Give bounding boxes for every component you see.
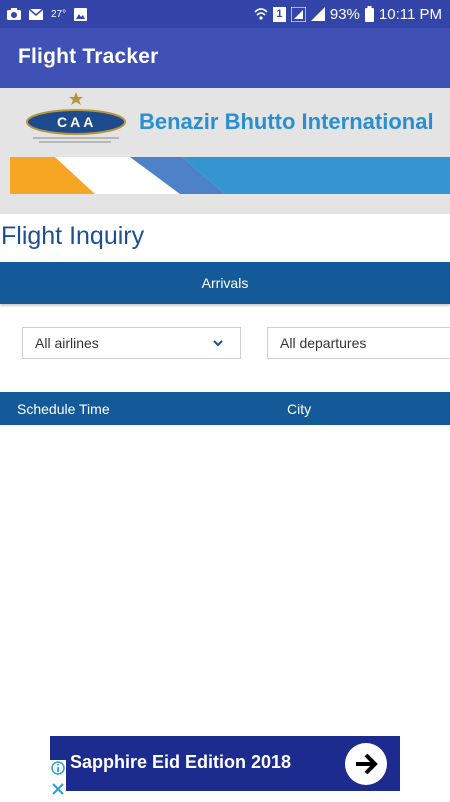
ad-text: Sapphire Eid Edition 2018 — [70, 752, 292, 772]
app-title: Flight Tracker — [18, 45, 159, 68]
camera-icon — [7, 8, 21, 20]
signal-icon — [310, 7, 325, 21]
airline-select[interactable]: All airlines — [22, 327, 241, 359]
departure-select[interactable]: All departures — [267, 327, 450, 359]
battery-icon — [364, 6, 374, 22]
sim-signal-icon — [290, 6, 306, 22]
wifi-icon — [254, 8, 268, 20]
clock: 10:11 PM — [378, 5, 442, 23]
page-title: Flight Inquiry — [1, 222, 145, 250]
airport-banner: CAA Benazir Bhutto International — [0, 88, 450, 214]
column-city: City — [287, 401, 312, 417]
app-bar: Flight Tracker — [0, 28, 450, 88]
tab-arrivals[interactable]: Arrivals — [0, 262, 450, 304]
email-icon — [29, 8, 43, 20]
ad-info-icon — [51, 761, 65, 775]
column-schedule-time: Schedule Time — [17, 401, 110, 417]
departure-select-value: All departures — [280, 335, 367, 351]
tab-arrivals-label: Arrivals — [201, 275, 249, 291]
airport-name: Benazir Bhutto International — [139, 109, 434, 134]
status-bar-left: 27° — [0, 7, 88, 21]
ad-arrow-button[interactable] — [345, 743, 387, 785]
ad-choices[interactable] — [50, 760, 66, 795]
flight-table-header: Schedule Time City — [0, 392, 450, 425]
temperature-text: 27° — [51, 8, 67, 20]
status-bar: 27° 1 93% 10:11 PM — [0, 0, 450, 28]
ad-banner[interactable]: Sapphire Eid Edition 2018 — [50, 736, 400, 791]
chevron-down-icon — [213, 340, 223, 347]
ad-close-icon[interactable] — [50, 781, 66, 797]
battery-percent: 93% — [329, 5, 360, 23]
airline-select-value: All airlines — [35, 335, 99, 351]
arrow-right-icon — [356, 753, 378, 775]
caa-logo: CAA — [25, 88, 135, 158]
caa-logo-text: CAA — [57, 114, 97, 130]
status-bar-right: 1 93% 10:11 PM — [254, 0, 442, 28]
image-icon — [74, 7, 88, 21]
sim-slot-badge: 1 — [272, 6, 286, 22]
